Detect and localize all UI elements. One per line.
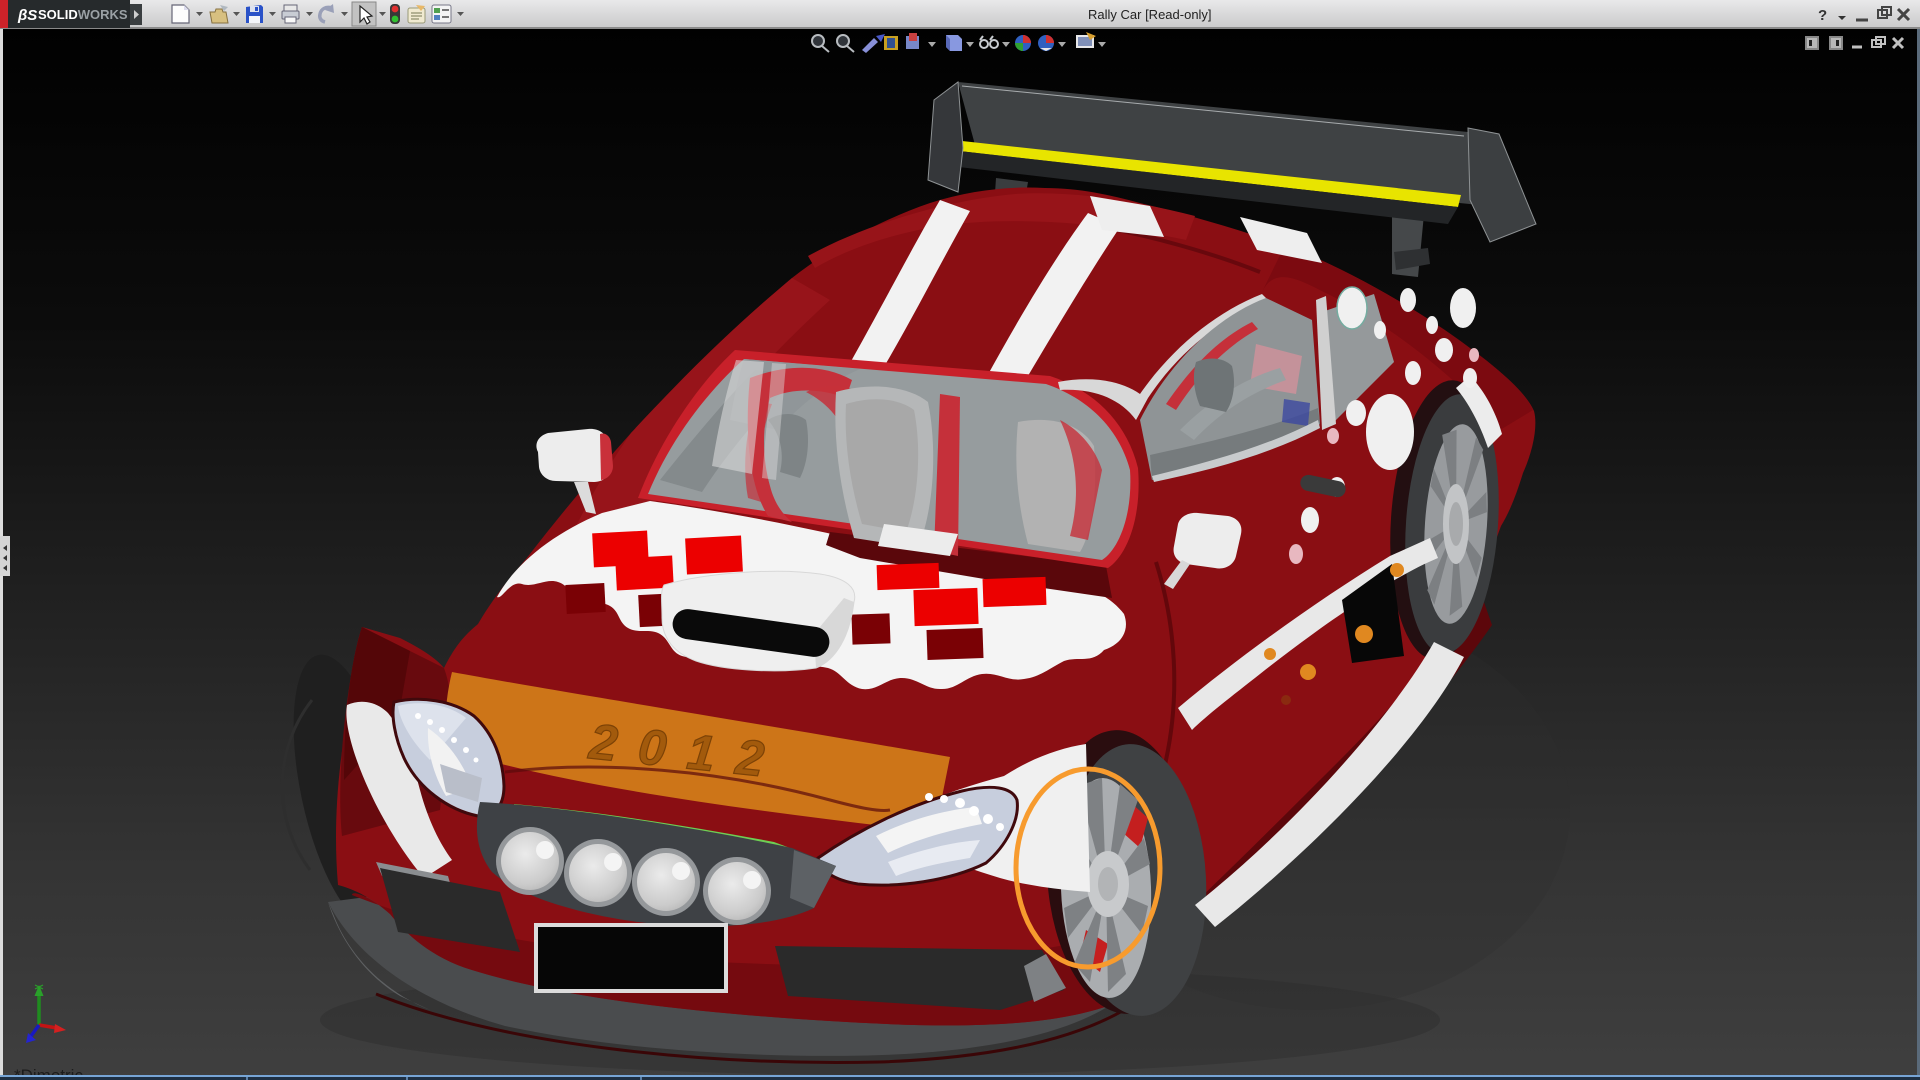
svg-text:Rally Car [Read-only]: Rally Car [Read-only]	[1088, 7, 1212, 22]
svg-text:?: ?	[1818, 7, 1827, 24]
svg-text:SOLIDWORKS: SOLIDWORKS	[38, 7, 128, 22]
svg-text:βS: βS	[17, 7, 37, 24]
